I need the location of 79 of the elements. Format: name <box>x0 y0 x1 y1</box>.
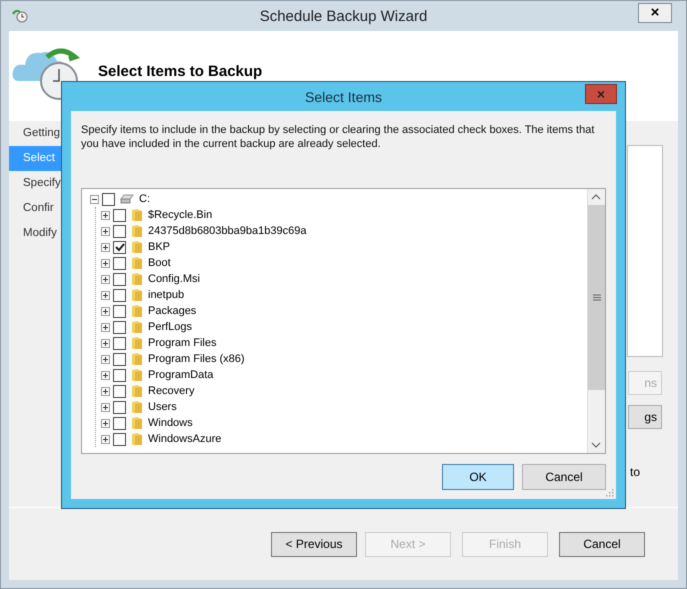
expander-icon[interactable] <box>101 370 110 380</box>
resize-grip-icon <box>606 489 614 497</box>
scrollbar[interactable] <box>587 189 605 453</box>
expander-icon[interactable] <box>101 226 110 236</box>
folder-icon <box>131 368 143 382</box>
tree-item[interactable]: Program Files (x86) <box>148 353 245 365</box>
expander-icon[interactable] <box>101 274 110 284</box>
expander-icon[interactable] <box>101 434 110 444</box>
folder-icon <box>131 256 143 270</box>
tree-item[interactable]: WindowsAzure <box>148 433 222 445</box>
folder-icon <box>131 400 143 414</box>
folder-icon <box>131 416 143 430</box>
checkbox[interactable] <box>113 240 126 254</box>
expander-icon[interactable] <box>101 418 110 428</box>
folder-icon <box>131 336 143 350</box>
scroll-thumb[interactable] <box>588 205 605 390</box>
tree-item[interactable]: PerfLogs <box>148 321 192 333</box>
folder-icon <box>131 288 143 302</box>
expander-icon[interactable] <box>101 386 110 396</box>
window-title: Schedule Backup Wizard <box>260 8 428 24</box>
tree-item[interactable]: $Recycle.Bin <box>148 209 212 221</box>
tree-item[interactable]: Recovery <box>148 385 194 397</box>
expander-icon[interactable] <box>101 306 110 316</box>
expander-icon[interactable] <box>101 210 110 220</box>
drive-icon <box>120 194 134 204</box>
expander-icon[interactable] <box>101 338 110 348</box>
folder-icon <box>131 240 143 254</box>
tree-item[interactable]: Packages <box>148 305 196 317</box>
checkbox[interactable] <box>113 272 126 286</box>
checkbox[interactable] <box>113 256 126 270</box>
checkbox[interactable] <box>113 288 126 302</box>
checkbox[interactable] <box>113 384 126 398</box>
expander-icon[interactable] <box>101 258 110 268</box>
close-button[interactable]: × <box>638 3 672 23</box>
tree-item[interactable]: BKP <box>148 241 170 253</box>
dialog-button[interactable]: Cancel <box>522 464 606 490</box>
checkbox[interactable] <box>113 400 126 414</box>
tree-item[interactable]: Boot <box>148 257 171 269</box>
expander-icon[interactable] <box>101 354 110 364</box>
expander-icon[interactable] <box>101 290 110 300</box>
checkbox[interactable] <box>113 320 126 334</box>
pane-text: to <box>630 465 640 479</box>
dialog-title: Select Items <box>304 88 382 104</box>
pane-button[interactable]: gs <box>628 405 662 429</box>
checkbox[interactable] <box>113 352 126 366</box>
tree-item[interactable]: Config.Msi <box>148 273 200 285</box>
tree-item[interactable]: Users <box>148 401 177 413</box>
checkbox[interactable] <box>113 208 126 222</box>
wizard-button[interactable]: < Previous <box>271 532 357 556</box>
tree-item[interactable]: 24375d8b6803bba9ba1b39c69a <box>148 225 306 237</box>
folder-icon <box>131 224 143 238</box>
checkbox[interactable] <box>113 432 126 446</box>
checkbox[interactable] <box>113 336 126 350</box>
folder-icon <box>131 320 143 334</box>
checkbox[interactable] <box>113 304 126 318</box>
app-icon <box>11 8 29 24</box>
folder-icon <box>131 384 143 398</box>
folder-icon <box>131 304 143 318</box>
expander-icon[interactable] <box>101 322 110 332</box>
checkbox[interactable] <box>113 368 126 382</box>
description-text: Specify items to include in the backup by selecting or clearing the associated check boxes. The items that you have included in the current backup are already selected. <box>81 123 596 151</box>
page-title: Select Items to Backup <box>98 63 262 80</box>
checkbox[interactable] <box>102 192 115 206</box>
tree-item[interactable]: inetpub <box>148 289 184 301</box>
tree-item[interactable]: C: <box>139 193 150 205</box>
folder-icon <box>131 208 143 222</box>
folder-icon <box>131 352 143 366</box>
tree-item[interactable]: ProgramData <box>148 369 214 381</box>
expander-icon[interactable] <box>90 194 99 204</box>
wizard-button[interactable]: Cancel <box>559 532 645 556</box>
checkbox[interactable] <box>113 224 126 238</box>
folder-icon <box>131 272 143 286</box>
folder-icon <box>131 432 143 446</box>
expander-icon[interactable] <box>101 242 110 252</box>
tree-item[interactable]: Program Files <box>148 337 216 349</box>
tree-item[interactable]: Windows <box>148 417 193 429</box>
checkbox[interactable] <box>113 416 126 430</box>
dialog-button[interactable]: OK <box>442 464 514 490</box>
expander-icon[interactable] <box>101 402 110 412</box>
